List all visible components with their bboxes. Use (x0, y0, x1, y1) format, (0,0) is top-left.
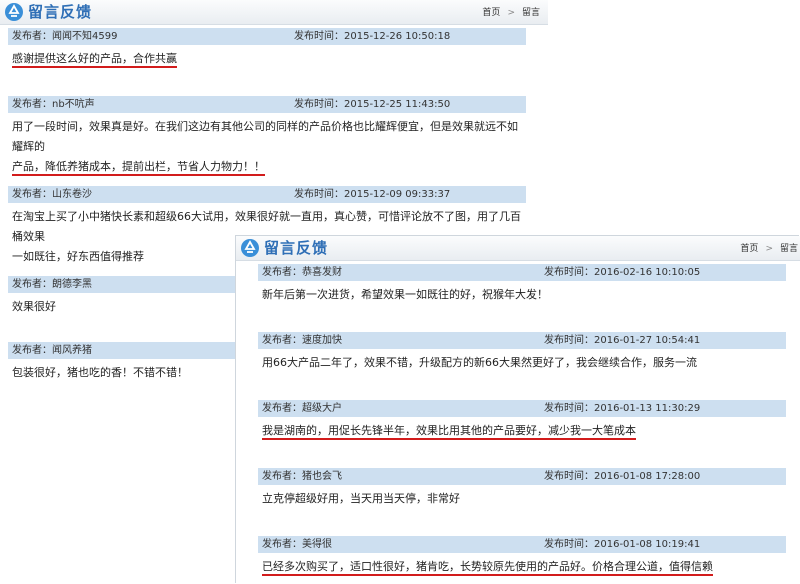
message-author: 发布者：猪也会飞 (262, 471, 342, 482)
feedback-panel-2: 留言反馈 首页 > 留言 发布者：恭喜发财 发布时间：2016-02-16 10:1… (236, 236, 800, 584)
breadcrumb-separator: > (507, 8, 515, 18)
message-item: 发布者：美得很 发布时间：2016-01-08 10:19:41 已经多次购买了… (258, 536, 786, 577)
message-line: 用了一段时间，效果真是好。在我们这边有其他公司的同样的产品价格也比耀辉便宜，但是… (12, 120, 518, 153)
message-line: 新年后第一次进货，希望效果一如既往的好，祝猴年大发！ (262, 288, 548, 301)
message-text: 新年后第一次进货，希望效果一如既往的好，祝猴年大发！ (258, 281, 786, 305)
message-time: 发布时间：2016-02-16 10:10:05 (544, 267, 701, 278)
page-title: 留言反馈 (264, 239, 329, 257)
message-header: 发布者：恭喜发财 发布时间：2016-02-16 10:10:05 (258, 264, 786, 281)
message-author: 发布者：闻闻不知4599 (12, 31, 118, 42)
message-item: 发布者：闻闻不知4599 发布时间：2015-12-26 10:50:18 感谢… (8, 28, 526, 69)
message-item: 发布者：超级大户 发布时间：2016-01-13 11:30:29 我是湖南的，… (258, 400, 786, 441)
message-header: 发布者：美得很 发布时间：2016-01-08 10:19:41 (258, 536, 786, 553)
message-header: 发布者：猪也会飞 发布时间：2016-01-08 17:28:00 (258, 468, 786, 485)
message-author: 发布者：nb不吭声 (12, 99, 95, 110)
message-author: 发布者：速度加快 (262, 335, 342, 346)
message-text: 我是湖南的，用促长先锋半年，效果比用其他的产品要好，减少我一大笔成本 (258, 417, 786, 441)
breadcrumb-current: 留言 (521, 8, 540, 18)
message-item: 发布者：恭喜发财 发布时间：2016-02-16 10:10:05 新年后第一次… (258, 264, 786, 305)
message-item: 发布者：nb不吭声 发布时间：2015-12-25 11:43:50 用了一段时… (8, 96, 526, 177)
message-time: 发布时间：2016-01-08 17:28:00 (544, 471, 701, 482)
recycle-logo-icon (241, 239, 259, 257)
message-author: 发布者：恭喜发财 (262, 267, 342, 278)
message-text: 用66大产品二年了，效果不错，升级配方的新66大果然更好了，我会继续合作，服务一… (258, 349, 786, 373)
message-line: 用66大产品二年了，效果不错，升级配方的新66大果然更好了，我会继续合作，服务一… (262, 356, 697, 369)
message-text: 立克停超级好用，当天用当天停，非常好 (258, 485, 786, 509)
message-item: 发布者：猪也会飞 发布时间：2016-01-08 17:28:00 立克停超级好… (258, 468, 786, 509)
top-bar: 留言反馈 首页 > 留言 (0, 0, 548, 25)
recycle-logo-icon (5, 3, 23, 21)
top-bar: 留言反馈 首页 > 留言 (236, 236, 800, 261)
breadcrumb-separator: > (765, 244, 773, 254)
message-author: 发布者：山东卷沙 (12, 189, 92, 200)
message-author: 发布者：美得很 (262, 539, 332, 550)
message-line: 感谢提供这么好的产品，合作共赢 (12, 52, 177, 68)
message-text: 感谢提供这么好的产品，合作共赢 (8, 45, 526, 69)
message-text: 用了一段时间，效果真是好。在我们这边有其他公司的同样的产品价格也比耀辉便宜，但是… (8, 113, 526, 177)
breadcrumb: 首页 > 留言 (740, 241, 798, 254)
message-item: 发布者：速度加快 发布时间：2016-01-27 10:54:41 用66大产品… (258, 332, 786, 373)
message-time: 发布时间：2015-12-09 09:33:37 (294, 189, 451, 200)
message-time: 发布时间：2015-12-25 11:43:50 (294, 99, 451, 110)
message-header: 发布者：nb不吭声 发布时间：2015-12-25 11:43:50 (8, 96, 526, 113)
message-line: 产品，降低养猪成本，提前出栏，节省人力物力！！ (12, 160, 265, 176)
message-header: 发布者：闻闻不知4599 发布时间：2015-12-26 10:50:18 (8, 28, 526, 45)
breadcrumb-current: 留言 (779, 244, 798, 254)
message-line: 我是湖南的，用促长先锋半年，效果比用其他的产品要好，减少我一大笔成本 (262, 424, 636, 440)
breadcrumb-home-link[interactable]: 首页 (482, 8, 500, 18)
message-header: 发布者：超级大户 发布时间：2016-01-13 11:30:29 (258, 400, 786, 417)
message-header: 发布者：山东卷沙 发布时间：2015-12-09 09:33:37 (8, 186, 526, 203)
message-line: 立克停超级好用，当天用当天停，非常好 (262, 492, 460, 505)
message-line: 已经多次购买了，适口性很好，猪肯吃，长势较原先使用的产品好。价格合理公道，值得信… (262, 560, 713, 576)
page-title: 留言反馈 (28, 3, 93, 21)
breadcrumb: 首页 > 留言 (482, 5, 540, 18)
message-author: 发布者：闻风养猪 (12, 345, 92, 356)
message-time: 发布时间：2016-01-08 10:19:41 (544, 539, 701, 550)
message-author: 发布者：超级大户 (262, 403, 342, 414)
breadcrumb-home-link[interactable]: 首页 (740, 244, 758, 254)
message-header: 发布者：速度加快 发布时间：2016-01-27 10:54:41 (258, 332, 786, 349)
message-text: 已经多次购买了，适口性很好，猪肯吃，长势较原先使用的产品好。价格合理公道，值得信… (258, 553, 786, 577)
message-time: 发布时间：2016-01-27 10:54:41 (544, 335, 701, 346)
message-author: 发布者：朗德李黑 (12, 279, 92, 290)
message-time: 发布时间：2015-12-26 10:50:18 (294, 31, 451, 42)
message-time: 发布时间：2016-01-13 11:30:29 (544, 403, 701, 414)
